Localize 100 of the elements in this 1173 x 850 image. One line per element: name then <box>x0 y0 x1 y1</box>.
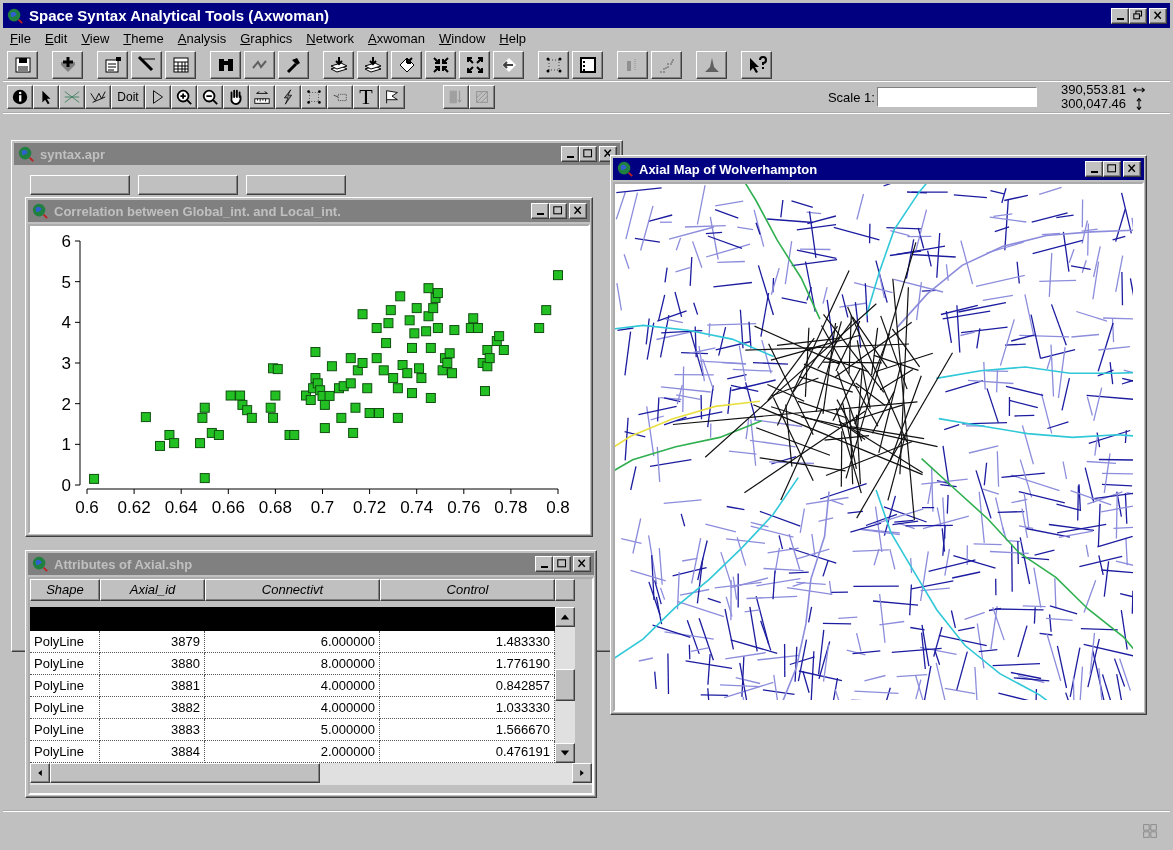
doit-button[interactable]: Doit <box>111 85 145 109</box>
tool-button[interactable] <box>197 85 223 109</box>
menu-item[interactable]: Edit <box>37 31 75 46</box>
list-icon <box>577 54 598 75</box>
layers-button[interactable] <box>323 50 354 79</box>
menu-item[interactable]: Help <box>492 31 534 46</box>
minimize-button[interactable] <box>1111 7 1129 24</box>
column-header[interactable] <box>555 579 575 601</box>
menu-item[interactable]: View <box>74 31 117 46</box>
x-tick-label: 0.74 <box>400 498 434 517</box>
scroll-left-button[interactable] <box>30 763 50 783</box>
previous-extent-button[interactable] <box>493 50 524 79</box>
table-cell: PolyLine <box>30 697 100 719</box>
close-button[interactable] <box>573 556 591 572</box>
table-cell: 8.000000 <box>205 653 380 675</box>
properties-button[interactable] <box>97 50 128 79</box>
window-title: syntax.apr <box>40 146 107 162</box>
info-icon <box>11 88 29 106</box>
window-title: Axial Map of Wolverhampton <box>639 161 819 177</box>
select-button[interactable] <box>538 50 569 79</box>
x-tick-label: 0.8 <box>546 498 570 517</box>
table-cell: PolyLine <box>30 631 100 653</box>
histogram-button[interactable] <box>696 50 727 79</box>
y-coordinate: 300,047.46 <box>1060 98 1126 110</box>
column-header[interactable]: Connectivt <box>205 579 380 601</box>
help-button[interactable] <box>741 50 772 79</box>
menu-item[interactable]: Analysis <box>170 31 234 46</box>
menu-item[interactable]: Graphics <box>233 31 300 46</box>
minimize-button[interactable] <box>1085 161 1103 177</box>
vertical-scrollbar[interactable] <box>555 607 575 763</box>
minimize-icon <box>540 566 548 568</box>
column-header[interactable]: Axial_id <box>100 579 205 601</box>
zoom-extent-button[interactable] <box>459 50 490 79</box>
add-theme-button[interactable] <box>52 50 83 79</box>
table-cell: 3882 <box>100 697 205 719</box>
project-button[interactable] <box>138 175 238 195</box>
y-tick-label: 5 <box>61 272 71 292</box>
grid-icon <box>170 54 191 75</box>
window-title: Correlation between Global_int. and Local_int. <box>54 203 342 219</box>
horizontal-scrollbar[interactable] <box>30 763 592 785</box>
find-button[interactable] <box>210 50 241 79</box>
scroll-thumb[interactable] <box>50 763 320 783</box>
minimize-button[interactable] <box>535 556 553 572</box>
maximize-button[interactable] <box>1103 161 1121 177</box>
maximize-button[interactable] <box>553 556 571 572</box>
zoom-full-button[interactable] <box>425 50 456 79</box>
close-button[interactable] <box>569 203 587 219</box>
legend-button[interactable] <box>572 50 603 79</box>
tool-button[interactable] <box>443 85 469 109</box>
table-cell: 3880 <box>100 653 205 675</box>
y-tick-label: 0 <box>61 476 71 495</box>
maximize-button[interactable] <box>549 203 567 219</box>
tool-button[interactable] <box>469 85 495 109</box>
text-tool-button[interactable]: T <box>353 85 379 109</box>
tool-button[interactable] <box>33 85 59 109</box>
arrows-in-icon <box>430 54 451 75</box>
tool-button[interactable] <box>327 85 353 109</box>
tool-button[interactable] <box>301 85 327 109</box>
table-cell: 1.033330 <box>380 697 555 719</box>
menu-item[interactable]: Network <box>299 31 361 46</box>
table-cell: 3884 <box>100 741 205 763</box>
locate-button[interactable] <box>391 50 422 79</box>
save-button[interactable] <box>7 50 38 79</box>
menu-item[interactable]: Axwoman <box>360 31 433 46</box>
column-header[interactable]: Control <box>380 579 555 601</box>
scroll-down-button[interactable] <box>555 743 575 763</box>
scroll-up-button[interactable] <box>555 607 575 627</box>
minimize-button[interactable] <box>561 146 579 162</box>
scroll-thumb[interactable] <box>555 669 575 701</box>
menu-item[interactable]: Window <box>432 31 493 46</box>
close-button[interactable] <box>1123 161 1141 177</box>
table-button[interactable] <box>165 50 196 79</box>
tool-button[interactable] <box>85 85 111 109</box>
minimize-icon <box>1090 171 1098 173</box>
maximize-button[interactable] <box>579 146 597 162</box>
tool-button[interactable] <box>379 85 405 109</box>
minimize-button[interactable] <box>531 203 549 219</box>
restore-button[interactable] <box>1129 7 1147 24</box>
menu-item[interactable]: Theme <box>116 31 171 46</box>
table-cell: 3881 <box>100 675 205 697</box>
close-button[interactable] <box>1149 7 1167 24</box>
menu-item[interactable]: File <box>3 31 38 46</box>
tool-button[interactable] <box>7 85 33 109</box>
layers-button[interactable] <box>357 50 388 79</box>
query-builder-button[interactable] <box>278 50 309 79</box>
column-header[interactable]: Shape <box>30 579 100 601</box>
tool-button[interactable] <box>223 85 249 109</box>
chart-button[interactable] <box>651 50 682 79</box>
minimize-icon <box>536 213 544 215</box>
scroll-right-button[interactable] <box>572 763 592 783</box>
tool-button[interactable] <box>145 85 171 109</box>
tool-button[interactable] <box>275 85 301 109</box>
tool-button[interactable] <box>249 85 275 109</box>
chart-button[interactable] <box>617 50 648 79</box>
tool-button[interactable] <box>59 85 85 109</box>
query-button[interactable] <box>244 50 275 79</box>
project-button[interactable] <box>246 175 346 195</box>
scale-input-field[interactable] <box>876 87 1037 107</box>
tool-button[interactable] <box>171 85 197 109</box>
project-button[interactable] <box>30 175 130 195</box>
